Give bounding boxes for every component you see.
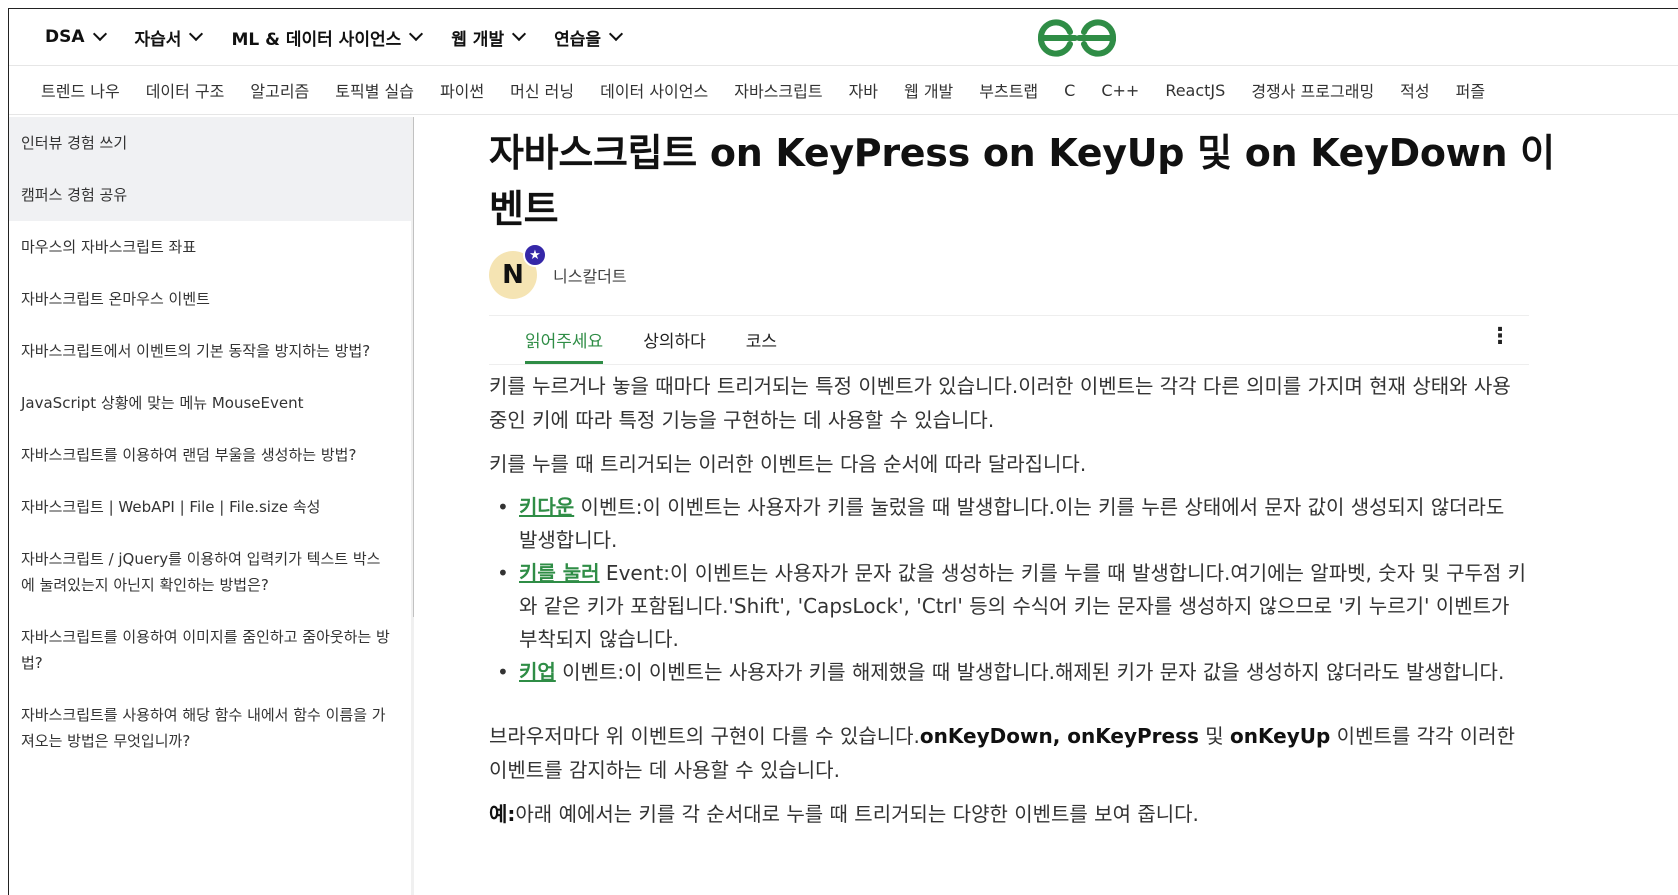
sidebar-item[interactable]: 마우스의 자바스크립트 좌표: [9, 221, 411, 273]
onkeyup-term: onKeyUp: [1230, 724, 1331, 748]
sidebar-item[interactable]: 자바스크립트 온마우스 이벤트: [9, 273, 411, 325]
geeksforgeeks-logo[interactable]: [1037, 19, 1117, 57]
avatar[interactable]: N ★: [489, 243, 547, 299]
event-description: 이벤트:이 이벤트는 사용자가 키를 해제했을 때 발생합니다.해제된 키가 문…: [555, 660, 1505, 684]
subnav-competitive-programming[interactable]: 경쟁사 프로그래밍: [1251, 78, 1374, 102]
article: 자바스크립트 on KeyPress on KeyUp 및 on KeyDown…: [489, 117, 1589, 831]
subnav-python[interactable]: 파이썬: [440, 78, 484, 102]
chevron-down-icon: [409, 26, 424, 42]
list-item: 키를 눌러 Event:이 이벤트는 사용자가 문자 값을 생성하는 키를 누를…: [489, 557, 1529, 656]
onkeydown-term: onKeyDown: [919, 724, 1053, 748]
subnav-cpp[interactable]: C++: [1101, 81, 1139, 100]
sidebar-item[interactable]: 자바스크립트에서 이벤트의 기본 동작을 방지하는 방법?: [9, 325, 411, 377]
nav-label: 연습을: [554, 29, 602, 50]
subnav-puzzles[interactable]: 퍼즐: [1456, 78, 1485, 102]
subnav-machine-learning[interactable]: 머신 러닝: [510, 78, 574, 102]
subnav-java[interactable]: 자바: [849, 78, 878, 102]
sidebar-item[interactable]: 자바스크립트를 사용하여 해당 함수 내에서 함수 이름을 가져오는 방법은 무…: [9, 689, 411, 767]
sidebar-item[interactable]: 자바스크립트 / jQuery를 이용하여 입력키가 텍스트 박스에 눌려있는지…: [9, 533, 411, 611]
subnav-data-structures[interactable]: 데이터 구조: [146, 78, 225, 102]
nav-ml-data-science[interactable]: ML & 데이터 사이언스: [231, 25, 424, 50]
nav-practice[interactable]: 연습을: [554, 25, 624, 50]
avatar-initial: N: [502, 260, 524, 290]
separator: 및: [1198, 724, 1231, 748]
star-badge-icon: ★: [523, 243, 547, 267]
subnav-data-science[interactable]: 데이터 사이언스: [600, 78, 708, 102]
onkeypress-term: onKeyPress: [1067, 724, 1199, 748]
tab-read[interactable]: 읽어주세요: [525, 327, 604, 364]
author-name[interactable]: 니스칼더트: [553, 263, 627, 287]
tab-courses[interactable]: 코스: [746, 327, 777, 364]
author-row: N ★ 니스칼더트: [489, 243, 1589, 301]
order-paragraph: 키를 누를 때 트리거되는 이러한 이벤트는 다음 순서에 따라 달라집니다.: [489, 452, 1087, 476]
sidebar-item-share-campus[interactable]: 캠퍼스 경험 공유: [9, 169, 411, 221]
chevron-down-icon: [92, 26, 107, 42]
example-paragraph: 예:아래 예에서는 키를 각 순서대로 누를 때 트리거되는 다양한 이벤트를 …: [489, 797, 1529, 831]
event-description: Event:이 이벤트는 사용자가 문자 값을 생성하는 키를 누를 때 발생합…: [519, 561, 1527, 651]
browser-viewport: DSA 자습서 ML & 데이터 사이언스 웹 개발 연습을 트렌드 나우 데이…: [8, 8, 1678, 895]
sidebar-scrollbar-thumb[interactable]: [413, 117, 414, 617]
subnav-web-dev[interactable]: 웹 개발: [904, 78, 953, 102]
nav-label: 자습서: [134, 29, 182, 50]
nav-web-dev[interactable]: 웹 개발: [451, 25, 527, 50]
subnav-bootstrap[interactable]: 부츠트랩: [979, 78, 1038, 102]
browser-note-paragraph: 브라우저마다 위 이벤트의 구현이 다를 수 있습니다.onKeyDown, o…: [489, 719, 1529, 787]
event-description: 이벤트:이 이벤트는 사용자가 키를 눌렀을 때 발생합니다.이는 키를 누른 …: [519, 495, 1505, 552]
subnav-algorithms[interactable]: 알고리즘: [250, 78, 309, 102]
nav-dsa[interactable]: DSA: [45, 26, 107, 47]
subnav-javascript[interactable]: 자바스크립트: [734, 78, 822, 102]
sidebar: 인터뷰 경험 쓰기 캠퍼스 경험 공유 마우스의 자바스크립트 좌표 자바스크립…: [9, 117, 414, 895]
tab-discuss[interactable]: 상의하다: [643, 327, 706, 364]
subnav-topic-practice[interactable]: 토픽별 실습: [335, 78, 414, 102]
nav-label: ML & 데이터 사이언스: [231, 29, 402, 50]
subnav-trending[interactable]: 트렌드 나우: [41, 78, 120, 102]
note-text: 브라우저마다 위 이벤트의 구현이 다를 수 있습니다.: [489, 724, 920, 748]
chevron-down-icon: [189, 26, 204, 42]
keydown-link[interactable]: 키다운: [519, 495, 574, 519]
sidebar-item[interactable]: 자바스크립트를 이용하여 이미지를 줌인하고 줌아웃하는 방법?: [9, 611, 411, 689]
subnav-c[interactable]: C: [1064, 81, 1075, 100]
keyup-link[interactable]: 키업: [519, 660, 556, 684]
keypress-link[interactable]: 키를 눌러: [519, 561, 600, 585]
chevron-down-icon: [512, 26, 527, 42]
top-navbar: DSA 자습서 ML & 데이터 사이언스 웹 개발 연습을: [9, 9, 1678, 65]
sub-navbar: 트렌드 나우 데이터 구조 알고리즘 토픽별 실습 파이썬 머신 러닝 데이터 …: [9, 65, 1678, 115]
nav-label: DSA: [45, 27, 85, 47]
sidebar-item-write-interview[interactable]: 인터뷰 경험 쓰기: [9, 117, 411, 169]
subnav-aptitude[interactable]: 적성: [1400, 78, 1429, 102]
separator: ,: [1052, 724, 1068, 748]
chevron-down-icon: [608, 26, 624, 42]
intro-paragraph: 키를 누르거나 놓을 때마다 트리거되는 특정 이벤트가 있습니다.이러한 이벤…: [489, 374, 1511, 432]
subnav-reactjs[interactable]: ReactJS: [1165, 81, 1225, 100]
example-label: 예:: [489, 802, 516, 826]
event-list: 키다운 이벤트:이 이벤트는 사용자가 키를 눌렀을 때 발생합니다.이는 키를…: [489, 491, 1529, 689]
more-options-icon[interactable]: ⋮: [1489, 326, 1511, 348]
list-item: 키다운 이벤트:이 이벤트는 사용자가 키를 눌렀을 때 발생합니다.이는 키를…: [489, 491, 1529, 557]
sidebar-item[interactable]: 자바스크립트 | WebAPI | File | File.size 속성: [9, 481, 411, 533]
sidebar-item[interactable]: JavaScript 상황에 맞는 메뉴 MouseEvent: [9, 377, 411, 429]
list-item: 키업 이벤트:이 이벤트는 사용자가 키를 해제했을 때 발생합니다.해제된 키…: [489, 656, 1529, 689]
nav-tutorials[interactable]: 자습서: [134, 25, 204, 50]
sidebar-item[interactable]: 자바스크립트를 이용하여 랜덤 부울을 생성하는 방법?: [9, 429, 411, 481]
nav-label: 웹 개발: [451, 29, 505, 50]
article-tabs: 읽어주세요 상의하다 코스 ⋮: [489, 315, 1529, 365]
page-title: 자바스크립트 on KeyPress on KeyUp 및 on KeyDown…: [489, 131, 1555, 231]
example-text: 아래 예에서는 키를 각 순서대로 누를 때 트리거되는 다양한 이벤트를 보여…: [515, 802, 1199, 826]
